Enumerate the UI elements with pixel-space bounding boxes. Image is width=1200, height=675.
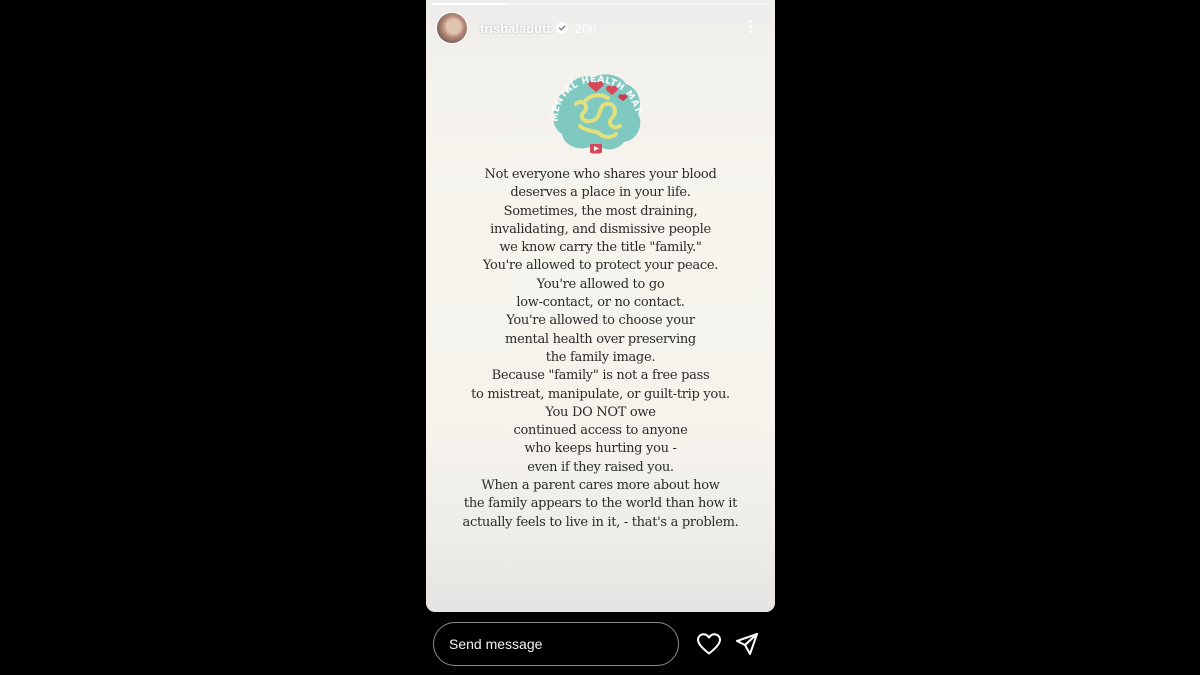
story-viewer: trishaladutt 20h MENTAL HEALTH MAT Not e… — [426, 0, 775, 675]
username[interactable]: trishaladutt — [480, 21, 551, 36]
story-progress-bar — [432, 3, 769, 5]
quote-line: the family appears to the world than how… — [463, 496, 738, 512]
quote-line: invalidating, and dismissive people — [490, 221, 711, 237]
story-timestamp: 20h — [574, 20, 597, 36]
quote-line: low-contact, or no contact. — [516, 295, 685, 311]
quote-line: You're allowed to protect your peace. — [482, 258, 719, 274]
send-message-input[interactable] — [433, 622, 679, 666]
quote-line: who keeps hurting you - — [524, 441, 677, 457]
quote-line: You DO NOT owe — [545, 404, 656, 420]
story-card[interactable]: trishaladutt 20h MENTAL HEALTH MAT Not e… — [426, 0, 775, 612]
quote-line: Not everyone who shares your blood — [484, 167, 717, 182]
quote-line: When a parent cares more about how — [481, 478, 720, 494]
heart-icon[interactable] — [696, 632, 722, 656]
profile-avatar[interactable] — [437, 13, 467, 43]
quote-line: to mistreat, manipulate, or guilt-trip y… — [471, 386, 730, 402]
quote-line: we know carry the title "family." — [499, 240, 702, 256]
quote-line: Sometimes, the most draining, — [503, 203, 698, 219]
quote-line: actually feels to live in it, - that's a… — [462, 514, 739, 530]
quote-line: the family image. — [545, 349, 656, 365]
quote-line: mental health over preserving — [505, 331, 696, 347]
story-quote-text: Not everyone who shares your blood deserv… — [436, 166, 765, 532]
quote-line: Because "family" is not a free pass — [491, 368, 710, 384]
quote-line: You're allowed to go — [536, 276, 665, 292]
story-progress-fill — [432, 3, 507, 5]
more-vertical-icon[interactable] — [747, 18, 753, 36]
quote-line: even if they raised you. — [527, 459, 674, 475]
story-header: trishaladutt 20h — [437, 12, 767, 44]
quote-line: continued access to anyone — [513, 423, 688, 439]
verified-badge-icon — [555, 22, 568, 34]
mental-health-matters-logo: MENTAL HEALTH MATTERS — [546, 70, 642, 154]
reply-bar — [426, 612, 775, 675]
viewer-backdrop: trishaladutt 20h MENTAL HEALTH MAT Not e… — [0, 0, 1200, 675]
send-icon[interactable] — [735, 632, 759, 656]
quote-line: You're allowed to choose your — [506, 313, 695, 329]
quote-line: deserves a place in your life. — [510, 185, 691, 201]
